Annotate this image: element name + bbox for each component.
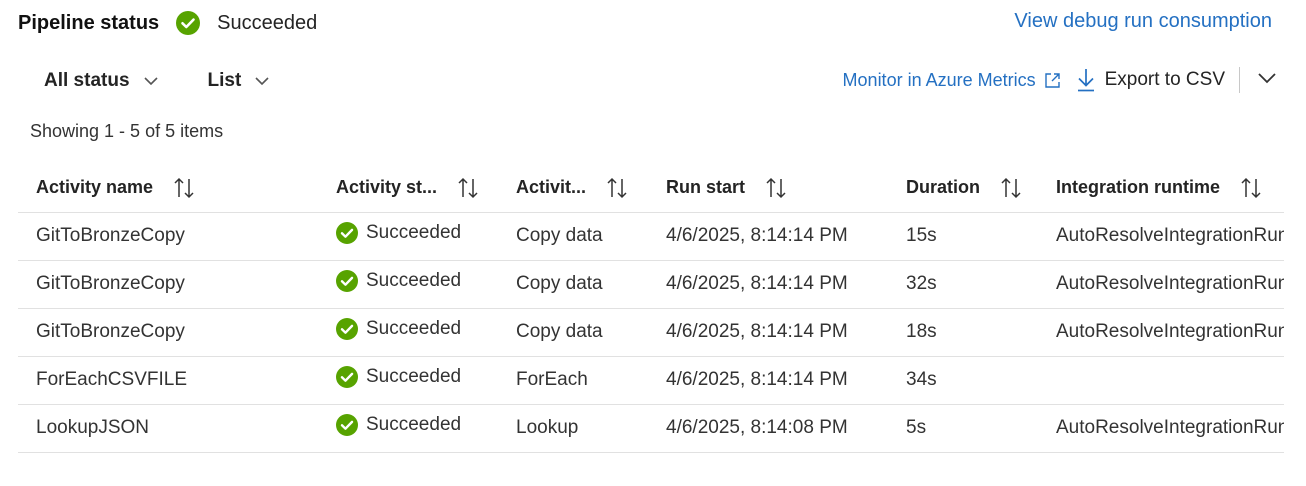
activity-type-cell: Copy data [498,212,648,261]
duration-cell: 15s [888,212,1038,261]
column-header[interactable]: Activity name [18,164,318,213]
export-csv-label: Export to CSV [1104,69,1225,90]
external-link-icon [1044,72,1061,89]
integration-runtime-cell: AutoResolveIntegrationRun [1038,212,1284,261]
check-circle-icon [336,270,358,292]
items-count-summary: Showing 1 - 5 of 5 items [30,121,224,141]
status-text: Succeeded [366,318,462,339]
export-options-dropdown[interactable] [1254,71,1280,89]
monitor-azure-metrics-label: Monitor in Azure Metrics [842,69,1036,90]
chevron-down-icon [255,76,269,86]
integration-runtime-cell: AutoResolveIntegrationRun [1038,260,1284,309]
right-toolbar: Monitor in Azure Metrics Export to CSV [843,64,1280,96]
activity-name-cell: GitToBronzeCopy [18,308,318,357]
table-row[interactable]: GitToBronzeCopy Succeeded Copy data 4/6/202… [18,260,1284,309]
toolbar-divider [1239,67,1240,93]
activity-type-cell: Copy data [498,308,648,357]
sort-arrows-icon[interactable] [173,177,195,199]
chevron-down-icon [143,76,158,86]
export-csv-button[interactable]: Export to CSV [1077,68,1225,92]
pipeline-status-label: Pipeline status [18,11,160,34]
check-circle-icon [336,366,358,388]
duration-cell: 18s [888,308,1038,357]
activity-name-cell: ForEachCSVFILE [18,356,318,405]
check-circle-icon [176,11,201,35]
status-text: Succeeded [366,270,462,291]
column-header-label: Run start [666,177,746,198]
duration-cell: 32s [888,260,1038,309]
table-body: GitToBronzeCopy Succeeded Copy data 4/6/202… [18,212,1284,453]
view-mode-label: List [207,70,242,91]
column-header-label: Activit... [516,177,587,198]
activity-status-cell: Succeeded [318,356,498,405]
column-header[interactable]: Activity st... [318,164,498,213]
filter-toolbar: All status List [30,66,283,96]
status-text: Succeeded [366,366,462,387]
pipeline-status-text: Succeeded [217,11,318,34]
integration-runtime-cell [1038,356,1284,405]
activity-type-cell: ForEach [498,356,648,405]
sort-arrows-icon[interactable] [606,177,628,199]
column-header-label: Duration [906,177,980,198]
column-header-label: Integration runtime [1056,177,1221,198]
download-icon [1077,68,1095,92]
duration-cell: 34s [888,356,1038,405]
duration-cell: 5s [888,404,1038,453]
activity-status-cell: Succeeded [318,260,498,309]
table-row[interactable]: GitToBronzeCopy Succeeded Copy data 4/6/202… [18,308,1284,357]
run-start-cell: 4/6/2025, 8:14:14 PM [648,356,888,405]
sort-arrows-icon[interactable] [1000,177,1022,199]
monitor-azure-metrics-link[interactable]: Monitor in Azure Metrics [843,70,1061,91]
pipeline-status-header: Pipeline status Succeeded [18,8,317,38]
sort-arrows-icon[interactable] [1240,177,1262,199]
activity-name-cell: GitToBronzeCopy [18,212,318,261]
column-header[interactable]: Activit... [498,164,648,213]
run-start-cell: 4/6/2025, 8:14:08 PM [648,404,888,453]
table-header-row: Activity name Activity st... Activit... Run… [18,164,1284,213]
run-start-cell: 4/6/2025, 8:14:14 PM [648,212,888,261]
integration-runtime-cell: AutoResolveIntegrationRun [1038,308,1284,357]
table-row[interactable]: GitToBronzeCopy Succeeded Copy data 4/6/202… [18,212,1284,261]
column-header[interactable]: Duration [888,164,1038,213]
activity-runs-table: Activity name Activity st... Activit... Run… [18,164,1284,453]
check-circle-icon [336,414,358,436]
column-header-label: Activity name [36,177,154,198]
activity-name-cell: LookupJSON [18,404,318,453]
activity-type-cell: Copy data [498,260,648,309]
check-circle-icon [336,222,358,244]
table-row[interactable]: ForEachCSVFILE Succeeded ForEach 4/6/2025, … [18,356,1284,405]
view-debug-run-consumption-link[interactable]: View debug run consumption [1014,10,1272,33]
status-filter-label: All status [44,70,130,91]
pipeline-status-value: Succeeded [176,11,317,35]
status-text: Succeeded [366,414,462,435]
run-start-cell: 4/6/2025, 8:14:14 PM [648,260,888,309]
column-header[interactable]: Integration runtime [1038,164,1284,213]
status-filter-dropdown[interactable]: All status [30,70,172,92]
check-circle-icon [336,318,358,340]
sort-arrows-icon[interactable] [765,177,787,199]
activity-name-cell: GitToBronzeCopy [18,260,318,309]
activity-status-cell: Succeeded [318,212,498,261]
activity-status-cell: Succeeded [318,404,498,453]
status-text: Succeeded [366,222,462,243]
view-mode-dropdown[interactable]: List [194,70,284,92]
column-header[interactable]: Run start [648,164,888,213]
activity-type-cell: Lookup [498,404,648,453]
integration-runtime-cell: AutoResolveIntegrationRun [1038,404,1284,453]
run-start-cell: 4/6/2025, 8:14:14 PM [648,308,888,357]
chevron-down-icon [1258,71,1276,89]
table-row[interactable]: LookupJSON Succeeded Lookup 4/6/2025, 8:14:… [18,404,1284,453]
column-header-label: Activity st... [336,177,438,198]
sort-arrows-icon[interactable] [457,177,479,199]
activity-status-cell: Succeeded [318,308,498,357]
